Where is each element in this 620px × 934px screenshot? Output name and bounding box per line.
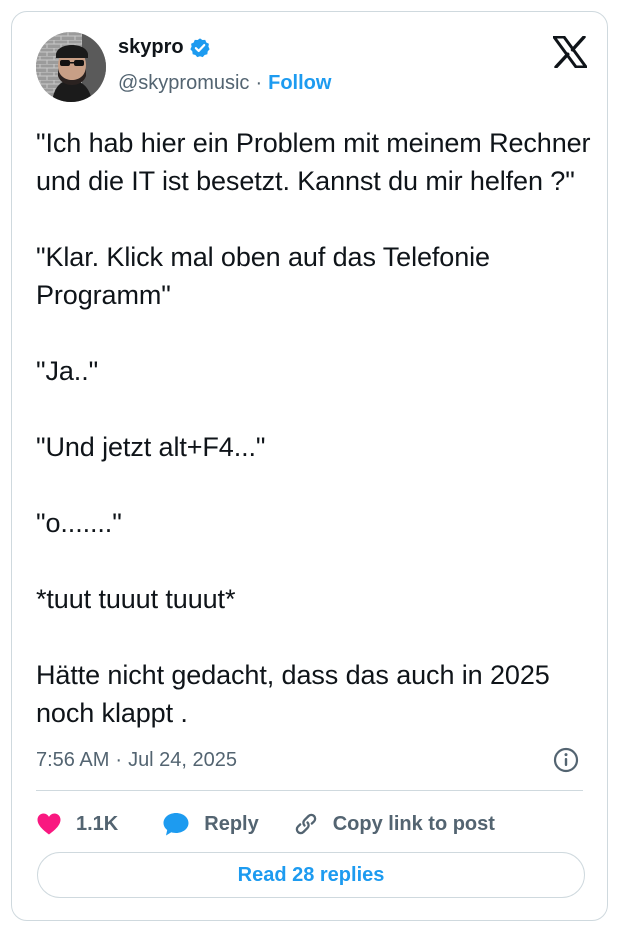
tweet-date[interactable]: Jul 24, 2025 xyxy=(128,749,237,772)
divider xyxy=(36,790,583,791)
author-name-row: skypro xyxy=(118,36,211,59)
avatar[interactable] xyxy=(36,32,106,102)
avatar-image xyxy=(36,32,106,102)
author-display-name[interactable]: skypro xyxy=(118,36,184,59)
tweet-actions: 1.1K Reply Copy link to post xyxy=(36,804,495,844)
tweet-header: skypro @skypromusic · Follow xyxy=(36,32,588,112)
tweet-card: skypro @skypromusic · Follow "Ich hab hi… xyxy=(11,11,608,921)
reply-button[interactable]: Reply xyxy=(162,811,259,837)
copy-link-label: Copy link to post xyxy=(332,812,495,835)
info-icon[interactable] xyxy=(553,747,579,773)
copy-link-button[interactable]: Copy link to post xyxy=(293,811,495,837)
author-handle-row: @skypromusic · Follow xyxy=(118,72,331,95)
link-icon xyxy=(293,811,319,837)
like-count: 1.1K xyxy=(76,812,119,835)
timestamp-separator: · xyxy=(115,748,123,771)
tweet-text: "Ich hab hier ein Problem mit meinem Rec… xyxy=(36,128,591,728)
follow-button[interactable]: Follow xyxy=(268,72,331,95)
x-logo-icon[interactable] xyxy=(552,35,588,69)
tweet-time[interactable]: 7:56 AM xyxy=(36,749,109,772)
like-button[interactable]: 1.1K xyxy=(36,812,118,836)
heart-icon xyxy=(36,812,62,836)
read-replies-button[interactable]: Read 28 replies xyxy=(37,852,585,898)
tweet-timestamp-row: 7:56 AM · Jul 24, 2025 xyxy=(36,745,583,775)
speech-bubble-icon xyxy=(162,811,190,837)
handle-separator: · xyxy=(255,72,263,94)
reply-label: Reply xyxy=(204,812,259,835)
author-handle[interactable]: @skypromusic xyxy=(118,72,249,95)
verified-badge-icon xyxy=(189,37,211,59)
